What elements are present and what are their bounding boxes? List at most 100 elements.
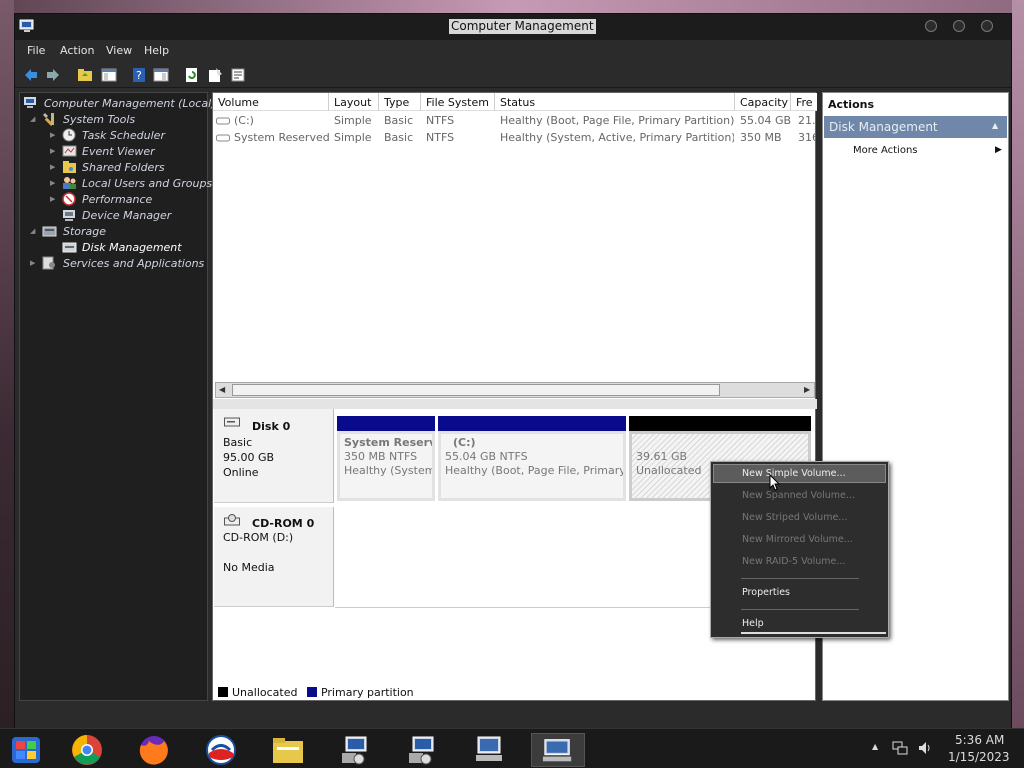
tree-item-shared-folders[interactable]: Shared Folders [82,161,165,174]
more-actions-item[interactable]: More Actions ▶ [824,144,1007,160]
actions-section-disk-management[interactable]: Disk Management ▲ [824,116,1007,138]
menu-item-new-spanned-volume[interactable]: New Spanned Volume... [742,490,855,501]
expand-arrow-icon[interactable]: ▶ [50,131,55,139]
scrollbar-thumb[interactable] [232,384,720,396]
pane-splitter[interactable] [213,399,817,409]
expand-arrow-icon[interactable]: ▶ [50,147,55,155]
collapse-arrow-icon[interactable]: ◢ [30,227,35,235]
expand-arrow-icon[interactable]: ▶ [50,163,55,171]
scroll-left-arrow-icon[interactable]: ◀ [219,385,225,394]
column-capacity[interactable]: Capacity [735,93,791,111]
forward-arrow-icon[interactable] [45,67,61,83]
menu-bottom-bar [741,632,886,634]
refresh-icon[interactable] [184,67,200,83]
collapse-arrow-icon[interactable]: ◢ [30,115,35,123]
title-bar[interactable]: Computer Management [15,14,1011,40]
menu-item-properties[interactable]: Properties [742,587,790,598]
partition-system-reserved[interactable]: System Reserved 350 MB NTFS Healthy (Sys… [337,431,435,501]
my-computer-icon[interactable] [466,733,512,767]
legend-primary-swatch [306,687,317,697]
clock-date[interactable]: 1/15/2023 [948,750,1010,764]
volume-type: Basic [384,114,414,127]
obama-logo-icon[interactable] [198,733,244,767]
actions-header: Actions [828,98,874,111]
expand-arrow-icon[interactable]: ▶ [50,179,55,187]
network-icon[interactable] [892,740,908,756]
menu-item-new-mirrored-volume[interactable]: New Mirrored Volume... [742,534,853,545]
start-button-icon[interactable] [4,733,48,767]
volume-layout: Simple [334,114,372,127]
scroll-right-arrow-icon[interactable]: ▶ [804,385,810,394]
tree-item-device-manager[interactable]: Device Manager [82,209,171,222]
column-volume[interactable]: Volume [213,93,329,111]
menu-item-help[interactable]: Help [742,618,764,629]
network-computer-icon[interactable] [332,733,378,767]
horizontal-scrollbar[interactable]: ◀ ▶ [215,382,815,398]
disk-kind: Basic [223,436,253,449]
menu-file[interactable]: File [27,44,45,57]
show-hide-console-tree-icon[interactable] [101,67,117,83]
disk-name: Disk 0 [252,420,291,433]
tree-item-performance[interactable]: Performance [82,193,152,206]
menu-item-new-striped-volume[interactable]: New Striped Volume... [742,512,847,523]
volume-status: Healthy (Boot, Page File, Primary Partit… [500,114,734,127]
computer-disc-icon[interactable] [399,733,445,767]
back-arrow-icon[interactable] [23,67,39,83]
partition-name: System Reserved [344,436,435,449]
tree-item-computer-management[interactable]: Computer Management (Local) [44,97,215,110]
disk-0-label[interactable]: Disk 0 Basic 95.00 GB Online [214,409,334,503]
users-icon [63,177,76,189]
chrome-icon[interactable] [64,733,110,767]
show-hide-action-pane-icon[interactable] [153,67,169,83]
partition-size: 55.04 GB NTFS [445,450,528,463]
system-tools-icon [43,113,54,126]
partition-size: 350 MB NTFS [344,450,418,463]
computer-management-taskbar-icon[interactable] [531,733,585,767]
more-actions-label: More Actions [853,145,918,156]
close-button[interactable] [981,20,993,32]
tree-item-task-scheduler[interactable]: Task Scheduler [82,129,165,142]
cdrom-0-label[interactable]: CD-ROM 0 CD-ROM (D:) No Media [214,507,334,607]
device-manager-icon [63,210,75,221]
column-type[interactable]: Type [379,93,421,111]
tree-item-local-users-and-groups[interactable]: Local Users and Groups [82,177,212,190]
menu-bar: File Action View Help [15,41,1011,61]
menu-separator [741,609,859,610]
firefox-icon[interactable] [131,733,177,767]
minimize-button[interactable] [925,20,937,32]
legend: Unallocated Primary partition [218,686,414,699]
column-file-system[interactable]: File System [421,93,495,111]
column-free[interactable]: Fre [791,93,817,111]
maximize-button[interactable] [953,20,965,32]
tree-item-disk-management[interactable]: Disk Management [82,241,182,254]
tree-item-system-tools[interactable]: System Tools [63,113,135,126]
menu-action[interactable]: Action [60,44,94,57]
toolbar: ? [15,62,1011,88]
show-hidden-icons-arrow[interactable]: ▲ [872,742,878,751]
properties-icon[interactable] [207,67,223,83]
export-list-icon[interactable] [230,67,246,83]
up-folder-icon[interactable] [77,67,93,83]
svg-text:?: ? [136,69,142,82]
tree-item-storage[interactable]: Storage [63,225,106,238]
menu-item-new-simple-volume[interactable]: New Simple Volume... [742,468,846,479]
column-status[interactable]: Status [495,93,735,111]
file-explorer-icon[interactable] [265,733,311,767]
partition-c-drive[interactable]: (C:) 55.04 GB NTFS Healthy (Boot, Page F… [438,431,626,501]
volume-name: System Reserved [234,131,329,144]
menu-view[interactable]: View [106,44,132,57]
tree-item-event-viewer[interactable]: Event Viewer [82,145,155,158]
menu-help[interactable]: Help [144,44,169,57]
volume-free: 21.4 [798,114,816,127]
help-icon[interactable]: ? [131,67,147,83]
drive-icon [216,117,230,125]
clock-time[interactable]: 5:36 AM [955,733,1004,747]
expand-arrow-icon[interactable]: ▶ [50,195,55,203]
volume-icon[interactable] [917,740,933,756]
menu-item-new-raid5-volume[interactable]: New RAID-5 Volume... [742,556,845,567]
column-layout[interactable]: Layout [329,93,379,111]
collapse-up-icon[interactable]: ▲ [992,121,998,130]
volume-status: Healthy (System, Active, Primary Partiti… [500,131,734,144]
expand-arrow-icon[interactable]: ▶ [30,259,35,267]
tree-item-services-and-applications[interactable]: Services and Applications [63,257,204,270]
